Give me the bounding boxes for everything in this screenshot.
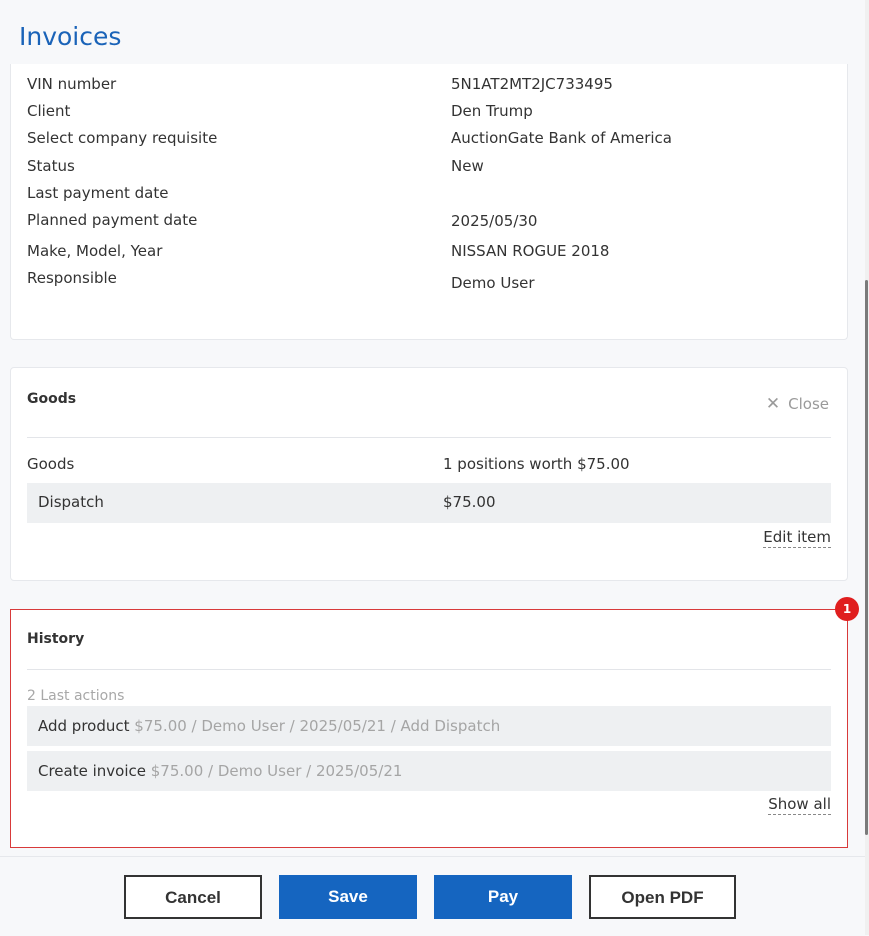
history-action: Create invoice [38,762,146,780]
client-value: Den Trump [451,102,533,120]
status-label: Status [27,157,75,175]
edit-item-link[interactable]: Edit item [763,528,831,548]
goods-close-label: Close [788,395,829,413]
goods-summary-label: Goods [27,455,75,473]
goods-divider [27,437,831,438]
history-title: History [27,631,85,647]
footer-bar: Cancel Save Pay Open PDF [0,856,865,936]
make-model-year-label: Make, Model, Year [27,242,163,260]
invoice-details-card: VIN number 5N1AT2MT2JC733495 Client Den … [10,64,848,340]
history-action: Add product [38,717,130,735]
history-item: Create invoice $75.00 / Demo User / 2025… [27,751,831,791]
scrollbar-thumb[interactable] [865,280,868,835]
history-item: Add product $75.00 / Demo User / 2025/05… [27,706,831,746]
vin-label: VIN number [27,75,117,93]
goods-item-name: Dispatch [38,493,104,511]
history-details: $75.00 / Demo User / 2025/05/21 [150,762,403,780]
show-all-link[interactable]: Show all [768,795,831,815]
pay-button[interactable]: Pay [434,875,572,919]
cancel-button[interactable]: Cancel [124,875,262,919]
history-details: $75.00 / Demo User / 2025/05/21 / Add Di… [134,717,501,735]
vin-value: 5N1AT2MT2JC733495 [451,75,613,93]
status-value: New [451,157,484,175]
goods-summary-value: 1 positions worth $75.00 [443,455,630,473]
goods-title: Goods [27,391,77,407]
close-icon: ✕ [765,393,781,414]
make-model-year-value: NISSAN ROGUE 2018 [451,242,610,260]
page-title: Invoices [19,22,122,51]
goods-close-button[interactable]: ✕ Close [766,395,829,413]
history-card: History 2 Last actions Add product $75.0… [10,609,848,848]
goods-item-price: $75.00 [443,493,496,511]
save-button[interactable]: Save [279,875,417,919]
goods-item-row[interactable]: Dispatch $75.00 [27,483,831,523]
open-pdf-button[interactable]: Open PDF [589,875,736,919]
planned-payment-date-value: 2025/05/30 [451,212,538,230]
goods-summary-row: Goods 1 positions worth $75.00 [27,455,831,475]
last-payment-date-label: Last payment date [27,184,169,202]
responsible-label: Responsible [27,269,117,287]
company-requisite-label: Select company requisite [27,129,218,147]
history-divider [27,669,831,670]
annotation-badge: 1 [835,597,859,621]
client-label: Client [27,102,71,120]
history-count: 2 Last actions [27,688,125,704]
responsible-value: Demo User [451,274,535,292]
goods-card: Goods ✕ Close Goods 1 positions worth $7… [10,367,848,581]
company-requisite-value: AuctionGate Bank of America [451,129,672,147]
planned-payment-date-label: Planned payment date [27,211,198,229]
